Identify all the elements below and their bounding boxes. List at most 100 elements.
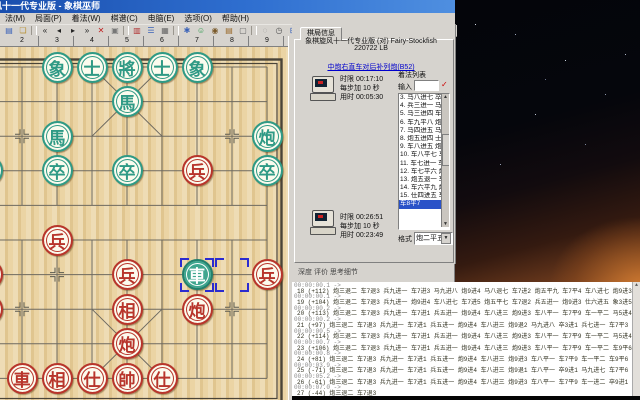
file-number: 2: [20, 37, 24, 44]
last-move-icon[interactable]: »: [80, 24, 94, 37]
title-bar[interactable]: 旋风十一代专业版 - 象棋巫师: [0, 0, 455, 13]
move-input-label: 输入: [398, 84, 412, 91]
file-number: 9: [265, 37, 269, 44]
analysis-variation: 24 (+81) 炮三退二 车7退3 兵九进一 车7进1 兵五进一 炮9进4 车…: [297, 355, 629, 363]
file-ruler: 2 3 4 5 6 7 8 9: [0, 36, 288, 47]
prev-move-icon[interactable]: ◂: [52, 24, 66, 37]
open-book-icon[interactable]: ▤: [2, 24, 16, 37]
log-scrollbar[interactable]: ▲: [632, 282, 640, 396]
piece-仕[interactable]: 仕: [76, 362, 108, 394]
toolbar-separator: [123, 26, 129, 35]
xiangqi-board[interactable]: 23456789 象士將士象馬馬炮卒卒卒兵卒兵兵兵車兵車相炮炮車相仕帥仕: [0, 36, 288, 400]
file-number: 4: [90, 37, 94, 44]
file-number: 5: [125, 37, 129, 44]
piece-兵[interactable]: 兵: [181, 155, 213, 187]
desktop-wallpaper: [455, 0, 640, 284]
analysis-lines: 00:00:00.1 -> 18 (+112) 炮三退二 车7退3 兵九进一 车7…: [294, 283, 632, 396]
piece-仕[interactable]: 仕: [146, 362, 178, 394]
analysis-variation: 18 (+112) 炮三退二 车7退3 兵九进一 车7进3 马九进八 炮9进4 …: [297, 287, 632, 295]
black-time-used: 用时 00:05:30: [340, 94, 384, 101]
board-window-icon[interactable]: ▢: [236, 24, 250, 37]
analysis-variation: 21 (+97) 炮三退二 车7退3 兵九进一 车7进1 兵五进一 炮9进4 车…: [297, 321, 629, 329]
analysis-variation: 26 (-61) 炮三退二 车7退3 兵九进一 车7进1 兵五进一 炮9进4 车…: [297, 378, 629, 386]
stars-decoration: [475, 24, 476, 25]
piece-卒[interactable]: 卒: [111, 155, 143, 187]
piece-象[interactable]: 象: [41, 51, 73, 83]
piece-象[interactable]: 象: [181, 51, 213, 83]
piece-卒[interactable]: 卒: [41, 155, 73, 187]
paste-icon[interactable]: ▣: [108, 24, 122, 37]
delete-icon[interactable]: ✕: [94, 24, 108, 37]
piece-車[interactable]: 車: [181, 259, 213, 291]
toolbar-separator: [31, 26, 37, 35]
exit-door-icon[interactable]: ▤: [222, 24, 236, 37]
toolbar-separator: [173, 26, 179, 35]
opening-link[interactable]: 中炮右直车对后补列炮(B52): [292, 62, 450, 72]
piece-馬[interactable]: 馬: [111, 86, 143, 118]
menu-item[interactable]: 局面(P): [30, 13, 67, 24]
piece-馬[interactable]: 馬: [41, 120, 73, 152]
format-label: 格式: [398, 236, 412, 243]
folder-icon[interactable]: ❏: [16, 24, 30, 37]
piece-炮[interactable]: 炮: [181, 293, 213, 325]
dropdown-arrow-icon[interactable]: ▼: [441, 233, 451, 244]
analysis-variation: 22 (+114) 炮三退二 车7退3 兵九进一 车7进1 兵五进一 炮9进4 …: [297, 333, 632, 341]
player-icon[interactable]: ☺: [194, 24, 208, 37]
piece-帥[interactable]: 帥: [111, 362, 143, 394]
piece-士[interactable]: 士: [146, 51, 178, 83]
menu-item[interactable]: 法(M): [0, 13, 30, 24]
hint-icon[interactable]: ◌: [258, 24, 272, 37]
piece-兵[interactable]: 兵: [251, 259, 283, 291]
piece-炮[interactable]: 炮: [111, 328, 143, 360]
analysis-variation: 23 (+106) 炮三退二 车7退3 兵九进一 车7进1 兵五进一 炮9进4 …: [297, 344, 632, 352]
scroll-down-icon[interactable]: ▼: [443, 221, 448, 227]
menu-item[interactable]: 着法(W): [67, 13, 106, 24]
bottom-strip: [292, 396, 640, 400]
piece-相[interactable]: 相: [41, 362, 73, 394]
menu-item[interactable]: 帮助(H): [217, 13, 254, 24]
input-confirm-icon[interactable]: ✓: [441, 80, 448, 89]
piece-卒[interactable]: 卒: [251, 155, 283, 187]
move-list[interactable]: 3. 马八进七 卒3进14. 兵三进一 马2进35. 马三进四 车1平26. 车…: [398, 93, 450, 230]
move-input-field[interactable]: [414, 80, 439, 91]
analysis-header: 深度 评价 思考细节: [292, 264, 455, 282]
piece-將[interactable]: 將: [111, 51, 143, 83]
analysis-variation: 20 (+113) 炮三退二 车7退3 兵九进一 车7进1 兵五进一 炮9进4 …: [297, 310, 632, 318]
grid-icon[interactable]: ▦: [158, 24, 172, 37]
file-number: 7: [195, 37, 199, 44]
piece-炮[interactable]: 炮: [251, 120, 283, 152]
menu-item[interactable]: 棋谱(C): [106, 13, 143, 24]
settings-gear-icon[interactable]: ✱: [180, 24, 194, 37]
move-list-icon[interactable]: ☰: [144, 24, 158, 37]
toolbar-separator: [251, 26, 257, 35]
next-move-icon[interactable]: ▸: [66, 24, 80, 37]
move-list-scrollbar[interactable]: ▲ ▼: [441, 94, 449, 227]
eye-icon[interactable]: ◉: [208, 24, 222, 37]
file-number: 6: [160, 37, 164, 44]
scroll-up-icon[interactable]: ▲: [443, 94, 448, 100]
analysis-variation: 25 (-71) 炮三退二 车7退3 兵九进一 车7进1 兵五进一 炮9进4 车…: [297, 367, 629, 375]
analysis-log[interactable]: 00:00:00.1 -> 18 (+112) 炮三退二 车7退3 兵九进一 车7…: [292, 282, 640, 396]
scroll-up-icon[interactable]: ▲: [635, 282, 638, 288]
piece-兵[interactable]: 兵: [41, 224, 73, 256]
players-line2: 220722 LB: [354, 45, 388, 52]
menu-item[interactable]: 电脑(E): [143, 13, 180, 24]
piece-相[interactable]: 相: [111, 293, 143, 325]
computer-icon-black: [310, 76, 336, 102]
menu-item[interactable]: 选项(O): [179, 13, 217, 24]
piece-車[interactable]: 車: [6, 362, 38, 394]
board-grid: [0, 58, 283, 400]
info-panel: 棋局信息 象棋旋风十一代专业版 (对) Fairy-Stockfish 2207…: [292, 24, 456, 264]
file-number: 8: [230, 37, 234, 44]
clock-icon[interactable]: ◷: [272, 24, 286, 37]
piece-兵[interactable]: 兵: [111, 259, 143, 291]
screen: 旋风十一代专业版 - 象棋巫师 法(M)局面(P)着法(W)棋谱(C)电脑(E)…: [0, 0, 640, 400]
computer-icon-red: [310, 210, 336, 236]
file-number: 3: [55, 37, 59, 44]
piece-士[interactable]: 士: [76, 51, 108, 83]
scrollbar-thumb[interactable]: [442, 134, 449, 166]
move-list-title: 着法列表: [398, 72, 426, 79]
first-move-icon[interactable]: «: [38, 24, 52, 37]
red-time-used: 用时 00:23:49: [340, 232, 384, 239]
book-icon[interactable]: ▥: [130, 24, 144, 37]
